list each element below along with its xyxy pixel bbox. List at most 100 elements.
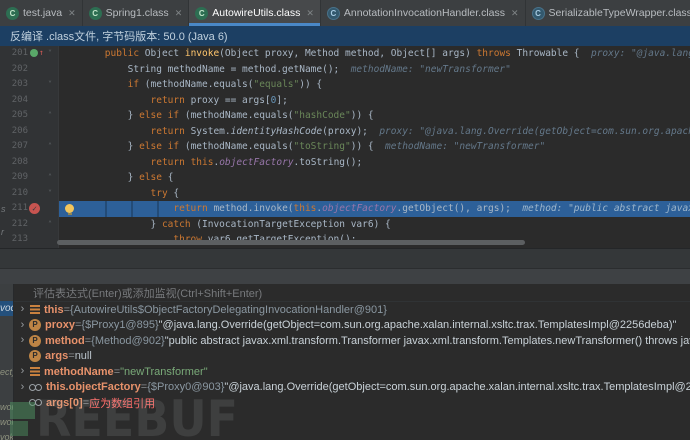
variable-row-this[interactable]: › this = {AutowireUtils$ObjectFactoryDele… — [0, 302, 690, 318]
fold-marker-icon[interactable]: ˅ — [48, 187, 52, 200]
debugger-variables-panel: vocect)woriworivok ▾ 评估表达式(Enter)或添加监视(C… — [0, 284, 690, 440]
variable-value: "newTransformer" — [120, 365, 208, 378]
debugger-inline-hint: methodName: "newTransformer" — [339, 63, 511, 75]
code-text: return method.invoke(this.objectFactory.… — [59, 201, 690, 217]
line-number: 213 — [11, 234, 28, 244]
gutter: 210 ˅ — [0, 185, 59, 201]
code-line[interactable]: 208 return this.objectFactory.toString()… — [0, 154, 690, 170]
fold-marker-icon[interactable]: ˄ — [48, 109, 52, 122]
expand-chevron-icon[interactable]: › — [17, 381, 28, 393]
tab-label: Spring1.class — [105, 7, 169, 19]
gutter: 213 — [0, 232, 59, 248]
breakpoint-icon[interactable]: ✓ — [29, 203, 40, 214]
line-number: 205 — [11, 110, 28, 120]
variable-value: "@java.lang.Override(getObject=com.sun.o… — [224, 381, 690, 394]
class-file-icon: C — [88, 6, 102, 20]
editor-tab-bar: Ctest.java ✕ C Spring1.class ✕ C AutowireUtils… — [0, 0, 690, 26]
code-line[interactable]: 209 ˄ } else { — [0, 170, 690, 186]
watch-expression-input[interactable]: ▾ 评估表达式(Enter)或添加监视(Ctrl+Shift+Enter) — [0, 284, 690, 302]
watermark-logo-block — [10, 421, 28, 436]
tab-test.java[interactable]: Ctest.java ✕ — [0, 0, 83, 26]
override-marker-icon[interactable]: ↑ — [30, 49, 44, 57]
code-text: public Object invoke(Object proxy, Metho… — [59, 46, 690, 62]
line-number: 201 — [11, 48, 28, 58]
code-line[interactable]: 210 ˅ try { — [0, 185, 690, 201]
expand-chevron-icon[interactable]: › — [17, 335, 28, 346]
variable-row-methodName[interactable]: › methodName = "newTransformer" — [0, 364, 690, 380]
intention-bulb-icon[interactable] — [65, 203, 74, 215]
close-icon[interactable]: ✕ — [68, 8, 76, 19]
variable-name: methodName — [44, 365, 114, 378]
code-line-current[interactable]: 211 ✓ return method.invoke(this.objectFac… — [0, 201, 690, 217]
fold-marker-icon[interactable]: ˄ — [48, 140, 52, 153]
close-icon[interactable]: ✕ — [175, 8, 183, 19]
code-line[interactable]: 204 return proxy == args[0]; — [0, 92, 690, 108]
line-number: 203 — [11, 79, 28, 89]
decompile-banner: 反编译 .class文件, 字节码版本: 50.0 (Java 6) — [0, 26, 690, 46]
variable-value: {Method@902} — [91, 334, 165, 347]
parameter-icon: P — [29, 334, 41, 347]
code-line[interactable]: 205 ˄ } else if (methodName.equals("hashC… — [0, 108, 690, 124]
gutter: 208 — [0, 154, 59, 170]
debugger-inline-hint: methodName: "newTransformer" — [373, 141, 546, 152]
variable-row-proxy[interactable]: › Pproxy = {$Proxy1@895} "@java.lang.Over… — [0, 318, 690, 334]
code-line[interactable]: 202 String methodName = method.getName()… — [0, 61, 690, 77]
tab-label: SerializableTypeWrapper.class — [548, 7, 690, 19]
code-line[interactable]: 203 ˅ if (methodName.equals("equals")) { — [0, 77, 690, 93]
code-text: try { — [59, 187, 180, 199]
debug-toolbar-band — [0, 268, 690, 284]
tab-AnnotationInvocationHandler.class[interactable]: C AnnotationInvocationHandler.class ✕ — [321, 0, 526, 26]
variable-name: method — [45, 334, 85, 347]
code-editor[interactable]: 201 ↑ ˅ public Object invoke(Object proxy,… — [0, 46, 690, 248]
horizontal-scrollbar[interactable] — [57, 240, 525, 245]
close-icon[interactable]: ✕ — [306, 8, 314, 19]
debugger-inline-hint: proxy: "@java.lang.Override — [590, 48, 690, 59]
variable-value: "public abstract javax.xml.transform.Tra… — [164, 334, 690, 347]
variable-value: "@java.lang.Override(getObject=com.sun.o… — [158, 319, 677, 332]
expand-chevron-icon[interactable]: › — [17, 319, 28, 331]
gutter: 201 ↑ ˅ — [0, 46, 59, 62]
clipped-frames-selection: voc — [0, 301, 13, 316]
fold-marker-icon[interactable]: ˄ — [48, 171, 52, 184]
variable-row-args[interactable]: Pargs = null — [0, 349, 690, 365]
tab-AutowireUtils.class[interactable]: C AutowireUtils.class ✕ — [189, 0, 321, 26]
watermark-text: REEBUF — [36, 390, 239, 440]
code-text: if (methodName.equals("equals")) { — [59, 79, 323, 90]
close-icon[interactable]: ✕ — [511, 8, 519, 19]
code-line[interactable]: 201 ↑ ˅ public Object invoke(Object proxy,… — [0, 46, 690, 62]
clipped-text-fragment: s — [1, 204, 6, 214]
variable-name: args — [45, 350, 69, 363]
fold-marker-icon[interactable]: ˅ — [48, 78, 52, 91]
line-number: 204 — [11, 94, 28, 105]
code-line[interactable]: 206 return System.identityHashCode(proxy… — [0, 123, 690, 139]
line-number: 207 — [11, 141, 28, 151]
expand-chevron-icon[interactable]: › — [17, 304, 28, 315]
gutter: 204 — [0, 92, 59, 108]
gutter: 206 — [0, 123, 59, 139]
code-line[interactable]: 212 ˄ } catch (InvocationTargetException … — [0, 216, 690, 232]
fold-marker-icon[interactable]: ˅ — [48, 47, 52, 60]
variable-row-method[interactable]: › Pmethod = {Method@902} "public abstract… — [0, 333, 690, 349]
variable-value: {AutowireUtils$ObjectFactoryDelegatingIn… — [70, 303, 387, 316]
code-text: } catch (InvocationTargetException var6)… — [59, 218, 391, 230]
tab-label: AnnotationInvocationHandler.class — [343, 7, 505, 19]
expand-chevron-icon[interactable]: › — [17, 366, 28, 377]
decompiled-class-file-icon: C — [326, 6, 340, 20]
fold-marker-icon[interactable]: ˄ — [48, 218, 52, 231]
variable-value: null — [74, 350, 92, 363]
banner-text: 反编译 .class文件, 字节码版本: 50.0 (Java 6) — [10, 31, 228, 43]
decompiled-class-file-icon: C — [531, 6, 545, 20]
gutter: 202 — [0, 61, 59, 77]
code-text: } else if (methodName.equals("hashCode")… — [59, 110, 374, 121]
tab-Spring1.class[interactable]: C Spring1.class ✕ — [83, 0, 190, 26]
tab-label: AutowireUtils.class — [212, 7, 301, 19]
line-number: 208 — [11, 156, 28, 167]
tab-label: test.java — [23, 7, 63, 19]
tab-SerializableTypeWrapper.class[interactable]: CSerializableTypeWrapper.class✕ — [526, 0, 690, 26]
parameter-icon: P — [29, 319, 41, 332]
gutter: 212 ˄ — [0, 216, 59, 232]
code-text: return this.objectFactory.toString(); — [59, 156, 363, 168]
watch-input-placeholder: 评估表达式(Enter)或添加监视(Ctrl+Shift+Enter) — [33, 287, 263, 300]
code-line[interactable]: 207 ˄ } else if (methodName.equals("toStr… — [0, 139, 690, 155]
clipped-text-fragment: r — [1, 227, 4, 237]
